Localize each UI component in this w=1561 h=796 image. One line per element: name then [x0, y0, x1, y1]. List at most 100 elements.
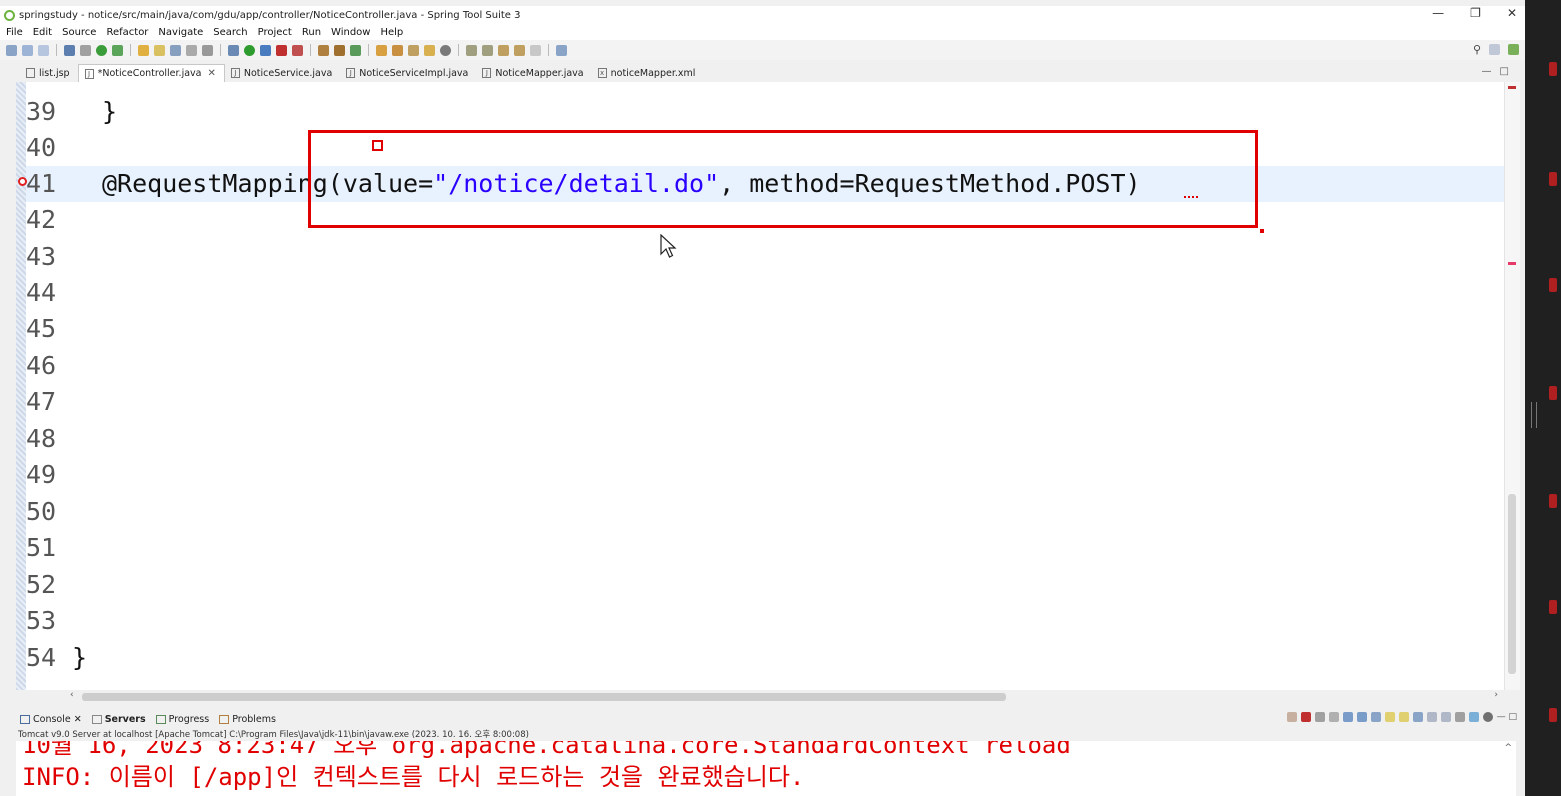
tab-notice-service[interactable]: J NoticeService.java: [225, 64, 340, 82]
menu-source[interactable]: Source: [62, 27, 96, 38]
console-scroll-up-icon[interactable]: ^: [1504, 743, 1512, 753]
copy-icon[interactable]: [1454, 712, 1465, 722]
show-stderr-icon[interactable]: [1398, 712, 1409, 722]
code-line[interactable]: }: [72, 640, 87, 676]
horizontal-scrollbar-thumb[interactable]: [82, 693, 1006, 701]
print-icon[interactable]: [64, 44, 75, 56]
code-editor[interactable]: 39 } 40 41 @RequestMapping(value="/notic…: [16, 82, 1520, 690]
start-server-icon[interactable]: [96, 44, 107, 56]
new-icon[interactable]: [6, 44, 17, 56]
menu-help[interactable]: Help: [380, 27, 403, 38]
search-tool-icon[interactable]: [260, 44, 271, 56]
settings-icon[interactable]: [1482, 712, 1493, 722]
new-class-icon[interactable]: [334, 44, 345, 56]
menu-run[interactable]: Run: [302, 27, 321, 38]
debug-icon[interactable]: [228, 44, 239, 56]
maximize-button[interactable]: ❐: [1470, 6, 1481, 20]
show-stdout-icon[interactable]: [1384, 712, 1395, 722]
external-tools-icon[interactable]: [292, 44, 303, 56]
spring-perspective-icon[interactable]: [1508, 44, 1519, 55]
stop-console-icon[interactable]: [1300, 712, 1311, 722]
toggle-block-icon[interactable]: [170, 44, 181, 56]
search-icon[interactable]: ⚲: [1473, 43, 1481, 56]
open-console-icon[interactable]: [1440, 712, 1451, 722]
tab-notice-service-impl[interactable]: J NoticeServiceImpl.java: [340, 64, 476, 82]
dock-marker-icon[interactable]: [1549, 600, 1557, 614]
run-icon[interactable]: [244, 44, 255, 56]
last-edit-icon[interactable]: [498, 44, 509, 56]
save-all-icon[interactable]: [38, 44, 49, 56]
error-marker-icon[interactable]: [18, 177, 27, 186]
menu-project[interactable]: Project: [258, 27, 292, 38]
pin-editor-icon[interactable]: [556, 44, 567, 56]
clear-console-icon[interactable]: [1342, 712, 1353, 722]
code-line[interactable]: }: [102, 94, 117, 130]
tab-notice-mapper-xml[interactable]: x noticeMapper.xml: [592, 64, 704, 82]
highlight-icon[interactable]: [154, 44, 165, 56]
dock-marker-icon[interactable]: [1549, 62, 1557, 76]
line-number: 39: [26, 97, 57, 126]
remove-launch-icon[interactable]: [1314, 712, 1325, 722]
stop-icon[interactable]: [276, 44, 287, 56]
terminate-icon[interactable]: [1286, 712, 1297, 722]
save-icon[interactable]: [22, 44, 33, 56]
menu-window[interactable]: Window: [331, 27, 370, 38]
close-tab-icon[interactable]: ✕: [207, 68, 215, 79]
mark-occurrences-icon[interactable]: [138, 44, 149, 56]
console-output[interactable]: 10월 16, 2023 8:23:47 오후 org.apache.catal…: [16, 741, 1516, 796]
dock-marker-icon[interactable]: [1549, 172, 1557, 186]
dock-marker-icon[interactable]: [1549, 708, 1557, 722]
tab-list-jsp[interactable]: list.jsp: [20, 64, 78, 82]
open-folder-icon[interactable]: [392, 44, 403, 56]
tab-notice-mapper-java[interactable]: J NoticeMapper.java: [476, 64, 591, 82]
refresh-icon[interactable]: [112, 44, 123, 56]
overview-mark[interactable]: [1508, 262, 1516, 265]
pin-icon[interactable]: [80, 44, 91, 56]
dock-marker-icon[interactable]: [1549, 494, 1557, 508]
tab-progress[interactable]: Progress: [155, 714, 209, 725]
paragraph-icon[interactable]: [202, 44, 213, 56]
minimize-view-icon[interactable]: —: [1482, 66, 1500, 77]
horizontal-scrollbar[interactable]: ‹ ›: [64, 690, 1504, 704]
pin-console-icon[interactable]: [1412, 712, 1423, 722]
tab-notice-controller[interactable]: J *NoticeController.java ✕: [77, 64, 225, 82]
tab-console[interactable]: Console ✕: [20, 714, 82, 725]
menu-file[interactable]: File: [6, 27, 23, 38]
new-package-icon[interactable]: [318, 44, 329, 56]
menu-navigate[interactable]: Navigate: [158, 27, 203, 38]
scroll-right-icon[interactable]: ›: [1494, 690, 1498, 700]
minimize-button[interactable]: —: [1432, 6, 1444, 20]
remove-all-icon[interactable]: [1328, 712, 1339, 722]
open-perspective-icon[interactable]: [1489, 44, 1500, 55]
open-type-icon[interactable]: [376, 44, 387, 56]
scroll-left-icon[interactable]: ‹: [70, 690, 74, 700]
menu-search[interactable]: Search: [213, 27, 247, 38]
tab-problems[interactable]: Problems: [219, 714, 276, 725]
close-window-button[interactable]: ✕: [1507, 6, 1517, 20]
show-whitespace-icon[interactable]: [186, 44, 197, 56]
vertical-scrollbar-thumb[interactable]: [1508, 494, 1516, 674]
back-icon[interactable]: [514, 44, 525, 56]
close-tab-icon[interactable]: ✕: [74, 714, 82, 725]
menu-edit[interactable]: Edit: [33, 27, 52, 38]
resize-grip[interactable]: [1531, 402, 1537, 428]
previous-annotation-icon[interactable]: [482, 44, 493, 56]
overview-ruler[interactable]: [1504, 82, 1520, 690]
tab-servers[interactable]: Servers: [91, 714, 146, 725]
minimize-panel-icon[interactable]: — □: [1497, 712, 1517, 722]
dock-marker-icon[interactable]: [1549, 386, 1557, 400]
maximize-view-icon[interactable]: □: [1500, 66, 1517, 77]
open-task-icon[interactable]: [424, 44, 435, 56]
forward-icon[interactable]: [530, 44, 541, 56]
display-console-icon[interactable]: [1426, 712, 1437, 722]
globe-icon[interactable]: [440, 44, 451, 56]
link-icon[interactable]: [1468, 712, 1479, 722]
overview-error-mark[interactable]: [1508, 86, 1516, 89]
scroll-lock-icon[interactable]: [1356, 712, 1367, 722]
word-wrap-icon[interactable]: [1370, 712, 1381, 722]
pencil-icon[interactable]: [408, 44, 419, 56]
menu-refactor[interactable]: Refactor: [106, 27, 148, 38]
new-bean-icon[interactable]: [350, 44, 361, 56]
dock-marker-icon[interactable]: [1549, 278, 1557, 292]
next-annotation-icon[interactable]: [466, 44, 477, 56]
